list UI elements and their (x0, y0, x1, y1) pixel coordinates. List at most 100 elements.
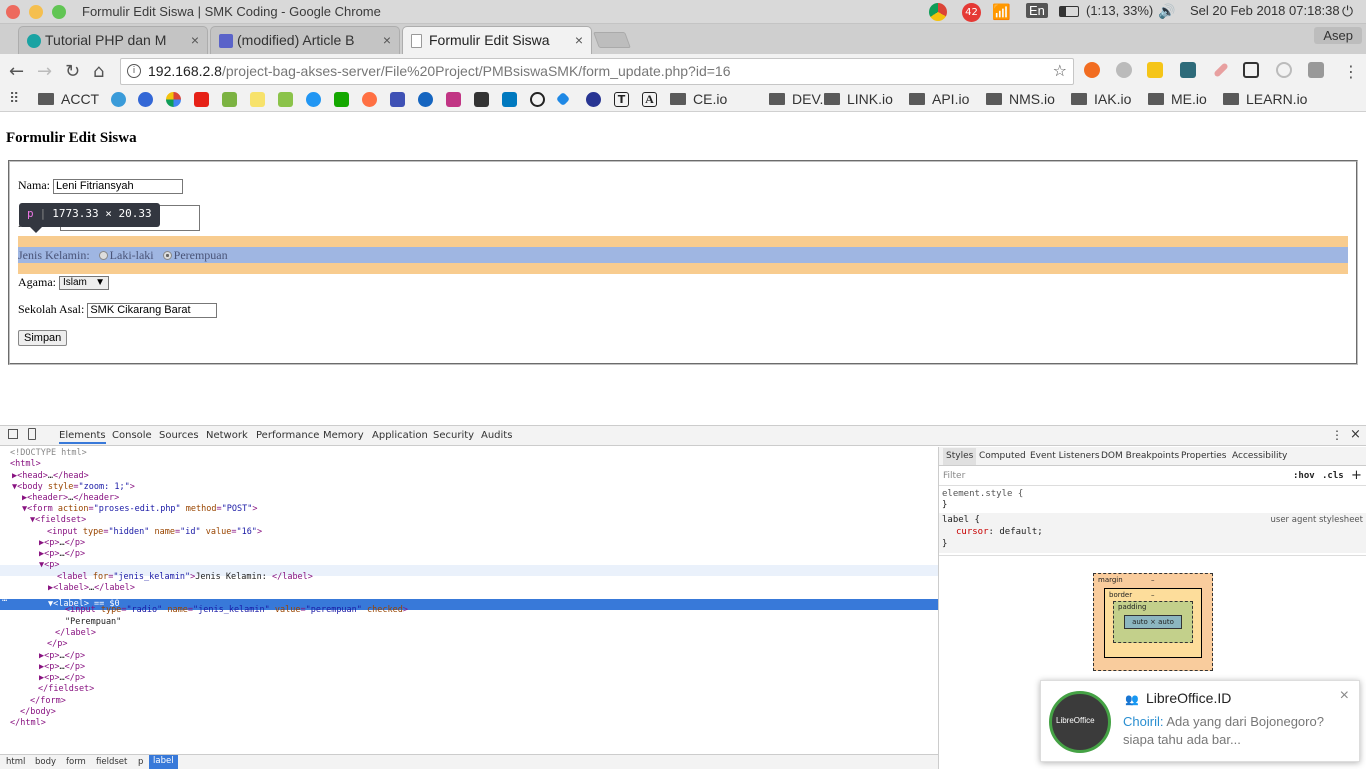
maximize-window-button[interactable] (52, 5, 66, 19)
bookmark-icon[interactable] (418, 92, 433, 107)
hov-toggle[interactable]: :hov (1293, 471, 1315, 481)
bookmark-icon[interactable] (111, 92, 126, 107)
close-window-button[interactable] (6, 5, 20, 19)
breadcrumb-label[interactable]: label (149, 755, 178, 769)
tab-network[interactable]: Network (206, 430, 248, 441)
bookmark-folder-ce[interactable]: CE.io (670, 91, 727, 107)
chrome-icon[interactable] (929, 3, 947, 21)
bookmark-icon[interactable] (502, 92, 517, 107)
bookmark-folder-nms[interactable]: NMS.io (986, 91, 1055, 107)
bookmark-icon[interactable] (530, 92, 545, 107)
extension-icon[interactable] (1213, 62, 1229, 78)
breadcrumb-html[interactable]: html (6, 757, 25, 767)
bookmark-icon[interactable] (555, 91, 571, 107)
breadcrumb-form[interactable]: form (66, 757, 86, 767)
tab-security[interactable]: Security (433, 430, 474, 441)
bookmark-icon[interactable] (250, 92, 265, 107)
battery-icon[interactable] (1059, 6, 1079, 17)
wifi-icon[interactable]: 📶 (992, 3, 1011, 21)
bookmark-folder-acct[interactable]: ACCT (38, 91, 99, 107)
laki-laki-label[interactable]: Laki-laki (110, 248, 154, 262)
devtools-menu-icon[interactable]: ⋮ (1331, 428, 1343, 442)
notification-count-badge[interactable]: 42 (962, 3, 981, 22)
bookmark-folder-learn[interactable]: LEARN.io (1223, 91, 1307, 107)
close-tab-icon[interactable]: × (575, 32, 583, 48)
bookmark-folder-link[interactable]: LINK.io (824, 91, 893, 107)
tab-console[interactable]: Console (112, 430, 152, 441)
inspect-element-icon[interactable] (8, 429, 18, 439)
cls-toggle[interactable]: .cls (1322, 471, 1344, 481)
forward-icon[interactable]: → (37, 61, 52, 82)
tab-tutorial-php[interactable]: Tutorial PHP dan M × (18, 26, 208, 54)
keyboard-lang-indicator[interactable]: En (1026, 3, 1048, 18)
laki-laki-radio[interactable] (98, 251, 108, 260)
bookmark-icon[interactable] (390, 92, 405, 107)
tab-formulir-edit-siswa[interactable]: Formulir Edit Siswa × (402, 26, 592, 54)
breadcrumb-body[interactable]: body (35, 757, 56, 767)
simpan-button[interactable]: Simpan (18, 330, 68, 346)
tab-properties[interactable]: Properties (1181, 451, 1226, 461)
device-toolbar-icon[interactable] (28, 428, 36, 440)
chat-notification[interactable]: LibreOffice 👥 LibreOffice.ID Choiril: Ad… (1040, 680, 1360, 762)
bookmark-icon[interactable] (334, 92, 349, 107)
bookmark-icon[interactable] (446, 92, 461, 107)
apps-icon[interactable]: ⠿ (9, 90, 19, 107)
tab-performance[interactable]: Performance (256, 430, 319, 441)
bookmark-icon[interactable] (586, 92, 601, 107)
add-rule-icon[interactable]: + (1351, 468, 1362, 483)
box-model-margin[interactable]: margin – border – padding auto × auto (1093, 573, 1213, 671)
bookmark-icon[interactable]: T (614, 92, 629, 107)
agama-select[interactable]: Islam ▼ (59, 276, 109, 291)
extension-icon[interactable] (1084, 62, 1100, 78)
bookmark-icon[interactable] (362, 92, 377, 107)
home-icon[interactable]: ⌂ (93, 61, 104, 82)
bookmark-star-icon[interactable]: ☆ (1053, 61, 1067, 80)
bookmark-icon[interactable] (222, 92, 237, 107)
profile-button[interactable]: Asep (1314, 27, 1362, 44)
clock[interactable]: Sel 20 Feb 2018 07:18:38 (1190, 3, 1340, 18)
bookmark-icon[interactable] (138, 92, 153, 107)
tab-dom-breakpoints[interactable]: DOM Breakpoints (1101, 451, 1179, 461)
bookmark-folder-iak[interactable]: IAK.io (1071, 91, 1131, 107)
bookmark-folder-api[interactable]: API.io (909, 91, 969, 107)
chrome-menu-icon[interactable]: ⋮ (1343, 62, 1359, 81)
nama-input[interactable]: Leni Fitriansyah (53, 178, 183, 194)
box-model-border[interactable]: border – padding auto × auto (1104, 588, 1202, 658)
bookmark-folder-me[interactable]: ME.io (1148, 91, 1207, 107)
styles-filter-input[interactable]: Filter (943, 471, 965, 481)
tab-styles[interactable]: Styles (943, 448, 977, 465)
close-notification-icon[interactable]: × (1340, 687, 1349, 705)
extension-icon[interactable] (1116, 62, 1132, 78)
screenshot-extension-icon[interactable] (1243, 62, 1259, 78)
extension-icon[interactable] (1180, 62, 1196, 78)
bookmark-icon[interactable] (278, 92, 293, 107)
bookmark-icon[interactable] (194, 92, 209, 107)
tab-computed[interactable]: Computed (979, 451, 1026, 461)
back-icon[interactable]: ← (9, 61, 24, 82)
tab-event-listeners[interactable]: Event Listeners (1030, 451, 1100, 461)
bookmark-icon[interactable]: A (642, 92, 657, 107)
tab-memory[interactable]: Memory (323, 430, 364, 441)
address-bar[interactable]: i 192.168.2.8/project-bag-akses-server/F… (120, 58, 1074, 85)
tab-audits[interactable]: Audits (481, 430, 512, 441)
tab-accessibility[interactable]: Accessibility (1232, 451, 1287, 461)
tab-application[interactable]: Application (372, 430, 428, 441)
perempuan-radio[interactable] (162, 251, 172, 260)
extension-icon[interactable] (1147, 62, 1163, 78)
bookmark-icon[interactable] (166, 92, 181, 107)
close-tab-icon[interactable]: × (383, 32, 391, 48)
volume-icon[interactable]: 🔊 (1158, 3, 1175, 20)
camera-extension-icon[interactable] (1308, 62, 1324, 78)
new-tab-button[interactable] (593, 32, 631, 48)
rule-declaration[interactable]: cursor: default; (956, 527, 1043, 537)
extension-icon[interactable] (1276, 62, 1292, 78)
tab-article[interactable]: (modified) Article B × (210, 26, 400, 54)
close-tab-icon[interactable]: × (191, 32, 199, 48)
power-icon[interactable]: ⏻ (1342, 3, 1353, 20)
minimize-window-button[interactable] (29, 5, 43, 19)
tab-sources[interactable]: Sources (159, 430, 199, 441)
element-style-rule[interactable]: element.style { (942, 489, 1023, 499)
tab-elements[interactable]: Elements (59, 430, 106, 444)
reload-icon[interactable]: ↻ (65, 61, 80, 82)
sekolah-input[interactable]: SMK Cikarang Barat (87, 302, 218, 318)
